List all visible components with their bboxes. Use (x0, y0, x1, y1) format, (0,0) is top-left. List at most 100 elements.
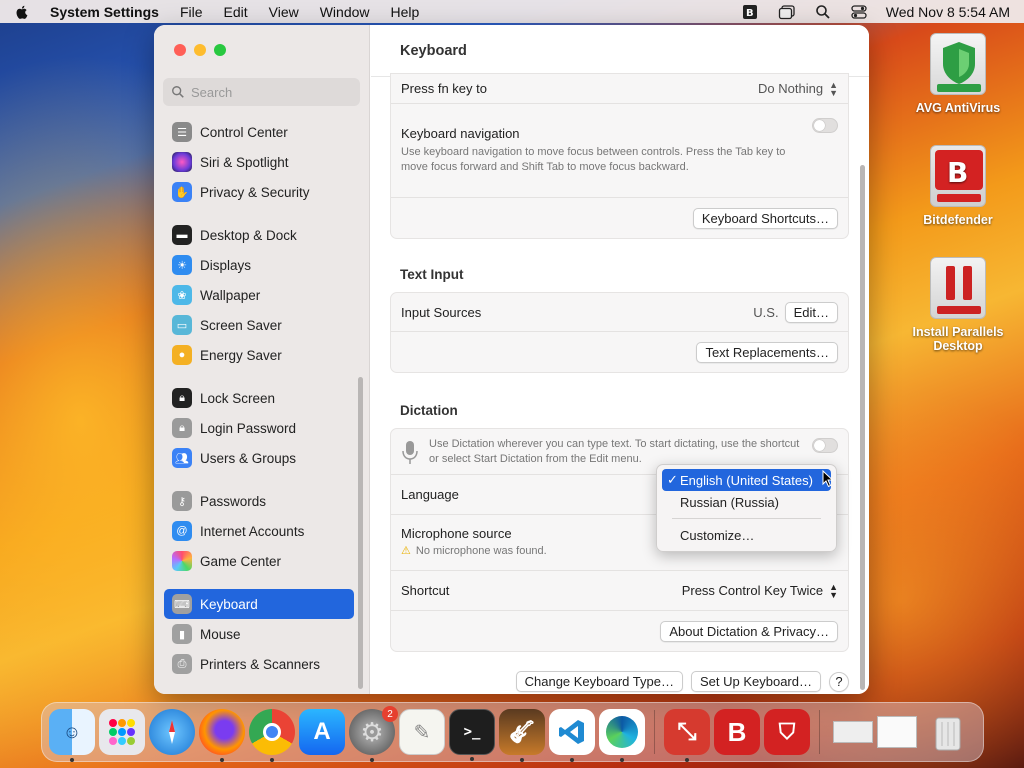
dock-launchpad-icon[interactable] (99, 709, 145, 755)
sidebar-item-desktop-dock[interactable]: ▬ Desktop & Dock (164, 220, 354, 250)
sidebar-item-energy-saver[interactable]: ● Energy Saver (164, 340, 354, 370)
sidebar-item-control-center[interactable]: ☰ Control Center (164, 117, 354, 147)
menu-help[interactable]: Help (391, 4, 420, 20)
set-up-keyboard-button[interactable]: Set Up Keyboard… (690, 671, 821, 692)
desktop-icon-label: AVG AntiVirus (915, 101, 1001, 115)
dock: ☺ A ⚙ 2 ✎ >_ 🎸︎ ⤡ B ⛉ (41, 702, 984, 762)
dock-parallels-icon[interactable]: ⤡ (664, 709, 710, 762)
sidebar-item-passwords[interactable]: ⚷ Passwords (164, 486, 354, 516)
shortcut-row: Shortcut Press Control Key Twice ▲ ▼ (391, 571, 848, 611)
window-switch-icon[interactable] (778, 4, 796, 20)
menu-view[interactable]: View (269, 4, 299, 20)
apple-icon[interactable] (14, 4, 30, 20)
dock-firefox-icon[interactable] (199, 709, 245, 762)
input-sources-value: U.S. (753, 304, 779, 320)
sidebar-item-screen-saver[interactable]: ▭ Screen Saver (164, 310, 354, 340)
sidebar-item-lock-screen[interactable]: 🔒︎ Lock Screen (164, 383, 354, 413)
mouse-icon: ▮ (172, 624, 192, 644)
about-dictation-privacy-button[interactable]: About Dictation & Privacy… (660, 620, 838, 642)
language-option-russian[interactable]: Russian (Russia) (662, 491, 831, 513)
menu-bar: System Settings File Edit View Window He… (0, 0, 1024, 23)
zoom-button[interactable] (214, 44, 226, 56)
menu-edit[interactable]: Edit (224, 4, 248, 20)
sidebar-item-keyboard[interactable]: ⌨ Keyboard (164, 589, 354, 619)
lock-icon: 🔒︎ (172, 388, 192, 408)
dock-edge-icon[interactable] (599, 709, 645, 762)
page-title: Keyboard (371, 25, 869, 77)
dock-garageband-icon[interactable]: 🎸︎ (499, 709, 545, 762)
microphone-icon (402, 440, 418, 464)
menu-file[interactable]: File (180, 4, 203, 20)
search-icon (172, 86, 184, 98)
notification-badge: 2 (382, 706, 398, 722)
main-scrollbar[interactable] (860, 165, 865, 690)
control-center-menu-icon[interactable] (850, 4, 868, 20)
menu-clock[interactable]: Wed Nov 8 5:54 AM (886, 4, 1010, 20)
press-fn-popup[interactable]: Do Nothing ▲ ▼ (758, 80, 838, 97)
minimize-button[interactable] (194, 44, 206, 56)
change-keyboard-type-button[interactable]: Change Keyboard Type… (515, 671, 683, 692)
sidebar-item-mouse[interactable]: ▮ Mouse (164, 619, 354, 649)
screen-saver-icon: ▭ (172, 315, 192, 335)
keyboard-shortcuts-button[interactable]: Keyboard Shortcuts… (692, 207, 838, 229)
keyboard-navigation-label: Keyboard navigation (401, 126, 520, 141)
dictation-privacy-row: About Dictation & Privacy… (391, 611, 848, 651)
game-center-icon (172, 551, 192, 571)
sidebar-item-wallpaper[interactable]: ❀ Wallpaper (164, 280, 354, 310)
dock-separator (819, 710, 820, 754)
sidebar-item-users-groups[interactable]: 👥︎ Users & Groups (164, 443, 354, 473)
desktop-icon-parallels[interactable]: Install Parallels Desktop (903, 257, 1013, 353)
desktop-icon-bitdefender[interactable]: B Bitdefender (903, 145, 1013, 227)
language-customize[interactable]: Customize… (662, 524, 831, 546)
dock-terminal-icon[interactable]: >_ (449, 709, 495, 761)
sidebar-scrollbar[interactable] (358, 377, 363, 689)
sidebar-item-login-password[interactable]: 🔒︎ Login Password (164, 413, 354, 443)
sidebar-item-siri-spotlight[interactable]: Siri & Spotlight (164, 147, 354, 177)
language-option-english[interactable]: ✓ English (United States) (662, 469, 831, 491)
svg-text:B: B (947, 156, 968, 189)
sidebar-item-printers-scanners[interactable]: ⎙ Printers & Scanners (164, 649, 354, 679)
login-lock-icon: 🔒︎ (172, 418, 192, 438)
search-placeholder: Search (191, 84, 233, 100)
shortcut-popup[interactable]: Press Control Key Twice ▲ ▼ (682, 582, 838, 599)
text-replacements-row: Text Replacements… (391, 332, 848, 372)
spotlight-search-icon[interactable] (814, 4, 832, 20)
dock-safari-icon[interactable] (149, 709, 195, 755)
input-sources-row: Input Sources U.S. Edit… (391, 293, 848, 332)
dock-recent-windows[interactable] (829, 709, 921, 755)
dock-finder-icon[interactable]: ☺ (49, 709, 95, 762)
input-sources-edit-button[interactable]: Edit… (784, 301, 838, 323)
text-replacements-button[interactable]: Text Replacements… (696, 341, 838, 363)
dock-vscode-icon[interactable] (549, 709, 595, 762)
menu-app-name[interactable]: System Settings (50, 4, 159, 20)
svg-text:B: B (746, 8, 754, 19)
warning-icon: ⚠ (401, 545, 411, 557)
dock-app-store-icon[interactable]: A (299, 709, 345, 755)
sidebar-item-internet-accounts[interactable]: @ Internet Accounts (164, 516, 354, 546)
desktop-icon-avg[interactable]: AVG AntiVirus (903, 33, 1013, 115)
close-button[interactable] (174, 44, 186, 56)
settings-window: Search ☰ Control Center Siri & Spotlight … (154, 25, 869, 694)
menu-window[interactable]: Window (320, 4, 370, 20)
dictation-title: Dictation (400, 403, 458, 418)
help-button[interactable]: ? (829, 671, 849, 692)
dock-bitdefender-vpn-icon[interactable]: ⛉ (764, 709, 810, 755)
sidebar-item-displays[interactable]: ☀ Displays (164, 250, 354, 280)
keyboard-navigation-row: Keyboard navigation Use keyboard navigat… (391, 104, 848, 198)
siri-icon (172, 152, 192, 172)
keyboard-group: Press fn key to Do Nothing ▲ ▼ Keyboard na… (390, 73, 849, 239)
shortcuts-row: Keyboard Shortcuts… (391, 198, 848, 238)
bitdefender-menu-icon[interactable]: B (742, 4, 760, 20)
dictation-toggle[interactable] (812, 438, 838, 453)
dock-chrome-icon[interactable] (249, 709, 295, 762)
sidebar-item-privacy-security[interactable]: ✋ Privacy & Security (164, 177, 354, 207)
dock-trash-icon[interactable] (925, 709, 971, 755)
dictation-desc: Use Dictation wherever you can type text… (429, 437, 800, 465)
keyboard-navigation-toggle[interactable] (812, 118, 838, 133)
dock-bitdefender-icon[interactable]: B (714, 709, 760, 755)
search-field[interactable]: Search (163, 78, 360, 106)
desktop-icon-label: Bitdefender (923, 213, 993, 227)
dock-system-settings-icon[interactable]: ⚙ 2 (349, 706, 398, 762)
sidebar-item-game-center[interactable]: Game Center (164, 546, 354, 576)
dock-textedit-icon[interactable]: ✎ (399, 709, 445, 755)
